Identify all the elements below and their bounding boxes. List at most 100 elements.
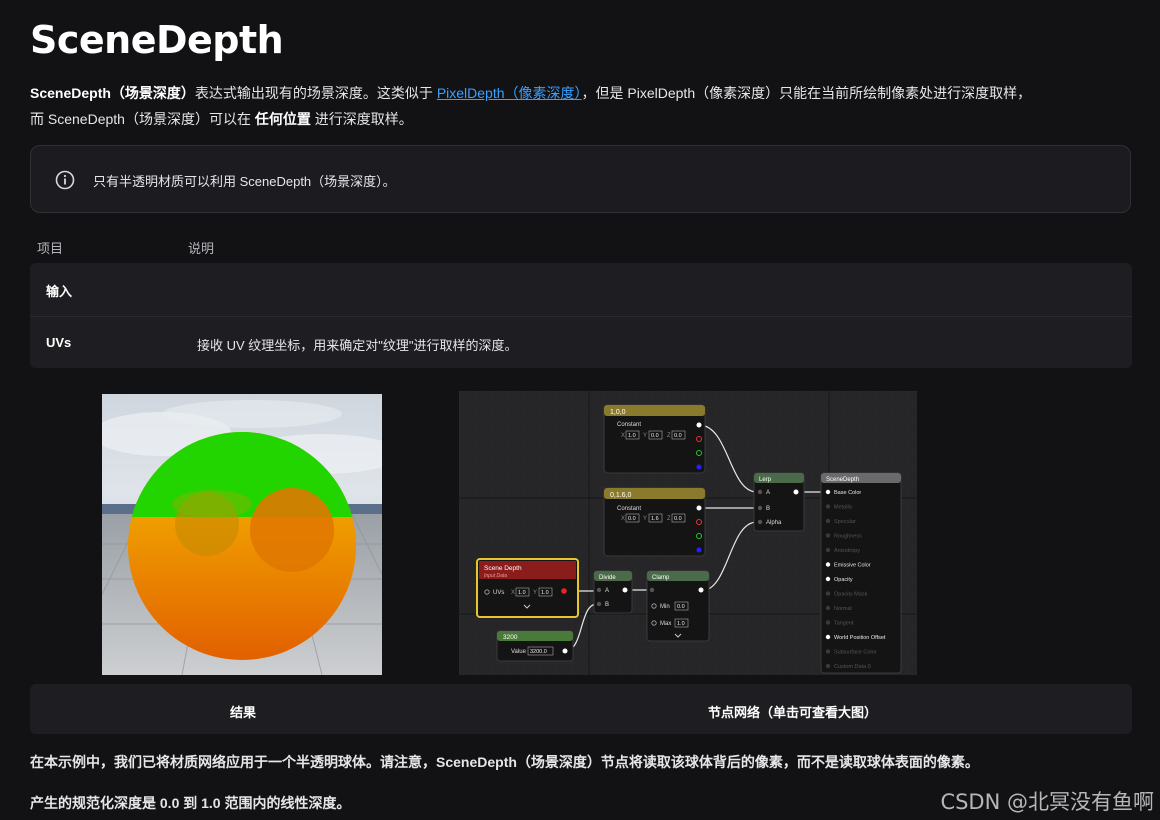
material-pin-label: Subsurface Color [834,650,877,656]
scene-depth-uvs: UVs [493,590,504,596]
intro-bold-term: SceneDepth（场景深度） [30,85,195,101]
table-header-desc: 说明 [188,241,215,256]
constant2-x: 0.0 [628,516,636,522]
scene-depth-y: 1.0 [541,590,549,596]
constant2-y: 1.6 [651,516,659,522]
value-title: 3200 [503,634,518,641]
constant2-title: 0,1.6,0 [610,492,632,499]
svg-text:Y: Y [533,590,537,596]
table-cell-desc: 接收 UV 纹理坐标，用来确定对"纹理"进行取样的深度。 [197,338,518,353]
inputs-table: 输入 UVs 接收 UV 纹理坐标，用来确定对"纹理"进行取样的深度。 [30,263,1132,368]
lerp-node[interactable]: Lerp A B Alpha [753,472,805,532]
material-pin-label: Normal [834,606,852,612]
info-icon [55,170,75,190]
material-pin-label: Custom Data 0 [834,664,871,670]
material-pin-dot[interactable] [825,620,831,625]
divide-node[interactable]: Divide A B [593,570,633,614]
svg-text:Y: Y [643,516,647,522]
material-pin-dot[interactable] [825,504,831,509]
table-header-item: 项目 [37,241,64,256]
paragraph-depth-range: 产生的规范化深度是 0.0 到 1.0 范围内的线性深度。 [30,795,351,811]
node-graph-image[interactable]: 1,0,0 Constant X 1.0 Y 0.0 Z 0.0 0,1.6,0… [459,391,917,675]
material-pin-label: Emissive Color [834,563,871,569]
clamp-node[interactable]: Clamp Min 0.0 Max 1.0 [646,570,710,642]
caption-graph[interactable]: 节点网络（单击可查看大图） [708,702,877,721]
scene-depth-x: 1.0 [518,590,526,596]
material-pin-dot[interactable] [825,605,831,611]
svg-text:X: X [621,433,625,439]
value-node-3200[interactable]: 3200 Value 3200.0 [496,630,574,662]
intro-paragraph: SceneDepth（场景深度）表达式输出现有的场景深度。这类似于 PixelD… [30,80,1130,132]
material-pin-label: Opacity Mask [834,592,868,598]
clamp-min-label: Min [660,604,670,610]
result-image[interactable] [102,394,382,675]
scene-depth-node[interactable]: Scene Depth Input Data UVs X 1.0 Y 1.0 [476,558,579,618]
constant1-z: 0.0 [674,433,682,439]
material-pin-label: Opacity [834,577,853,583]
material-pin-dot[interactable] [825,649,831,654]
divide-a: A [605,588,609,594]
material-title: SceneDepth [826,477,859,483]
material-pin-dot[interactable] [825,663,831,669]
pixeldepth-link[interactable]: PixelDepth（像素深度） [437,85,582,101]
constant2-label: Constant [617,506,641,512]
caption-result: 结果 [230,705,257,720]
constant-node-2[interactable]: 0,1.6,0 Constant X 0.0 Y 1.6 Z 0.0 [603,487,706,557]
constant1-label: Constant [617,422,641,428]
svg-text:Z: Z [667,516,671,522]
lerp-a: A [766,490,770,496]
constant-node-1[interactable]: 1,0,0 Constant X 1.0 Y 0.0 Z 0.0 [603,404,706,474]
lerp-alpha: Alpha [766,520,782,526]
scene-depth-title: Scene Depth [484,565,522,572]
value-label: Value [511,649,527,655]
material-pin-label: Specular [834,519,856,525]
lerp-title: Lerp [759,477,772,483]
svg-text:Y: Y [643,433,647,439]
material-pin-label: Tangent [834,621,854,627]
material-pin-label: World Position Offset [834,635,886,641]
material-pin-dot[interactable] [825,562,831,567]
intro-text-1: 表达式输出现有的场景深度。这类似于 [194,85,437,101]
intro-text-2: ，但是 PixelDepth（像素深度）只能在当前所绘制像素处进行深度取样， [581,85,1032,101]
divide-b: B [605,602,609,608]
clamp-max: 1.0 [677,621,685,627]
material-pin-dot[interactable] [825,533,831,538]
material-pin-label: Roughness [834,534,862,540]
constant1-title: 1,0,0 [610,409,626,416]
svg-text:Z: Z [667,433,671,439]
material-pin-dot[interactable] [825,576,831,582]
material-pin-dot[interactable] [825,634,831,640]
material-pin-dot[interactable] [825,518,831,524]
clamp-title: Clamp [652,575,670,581]
note-callout: 只有半透明材质可以利用 SceneDepth（场景深度）。 [30,145,1131,213]
intro-text-3: 而 SceneDepth（场景深度）可以在 [30,111,255,127]
material-pin-dot[interactable] [825,547,831,553]
clamp-min: 0.0 [677,604,685,610]
material-pin-dot[interactable] [825,591,831,596]
material-pin-label: Base Color [834,490,861,496]
intro-bold-anywhere: 任何位置 [254,111,311,127]
svg-text:X: X [621,516,625,522]
material-output-node[interactable]: SceneDepth Base Color Metallic Specular Rou… [820,472,902,674]
intro-text-4: 进行深度取样。 [310,111,413,127]
table-row: UVs 接收 UV 纹理坐标，用来确定对"纹理"进行取样的深度。 [30,316,1132,368]
constant2-z: 0.0 [674,516,682,522]
paragraph-example: 在本示例中，我们已将材质网络应用于一个半透明球体。请注意，SceneDepth（… [30,754,979,770]
watermark: CSDN @北冥没有鱼啊 [940,790,1154,814]
table-cell-item: 输入 [46,284,73,299]
lerp-b: B [766,506,770,512]
material-pin-label: Anisotropy [834,548,860,554]
figure-caption-bar: 结果 节点网络（单击可查看大图） [30,684,1132,734]
material-pin-dot[interactable] [825,489,831,495]
clamp-max-label: Max [660,621,671,627]
page-title: SceneDepth [30,18,284,62]
constant1-x: 1.0 [628,433,636,439]
material-pin-label: Metallic [834,505,853,511]
table-row: 输入 [30,263,1132,315]
scene-depth-subtitle: Input Data [484,573,507,579]
constant1-y: 0.0 [651,433,659,439]
note-text: 只有半透明材质可以利用 SceneDepth（场景深度）。 [93,174,396,189]
value-value: 3200.0 [530,649,547,655]
divide-title: Divide [599,575,616,581]
table-cell-item: UVs [46,335,72,350]
